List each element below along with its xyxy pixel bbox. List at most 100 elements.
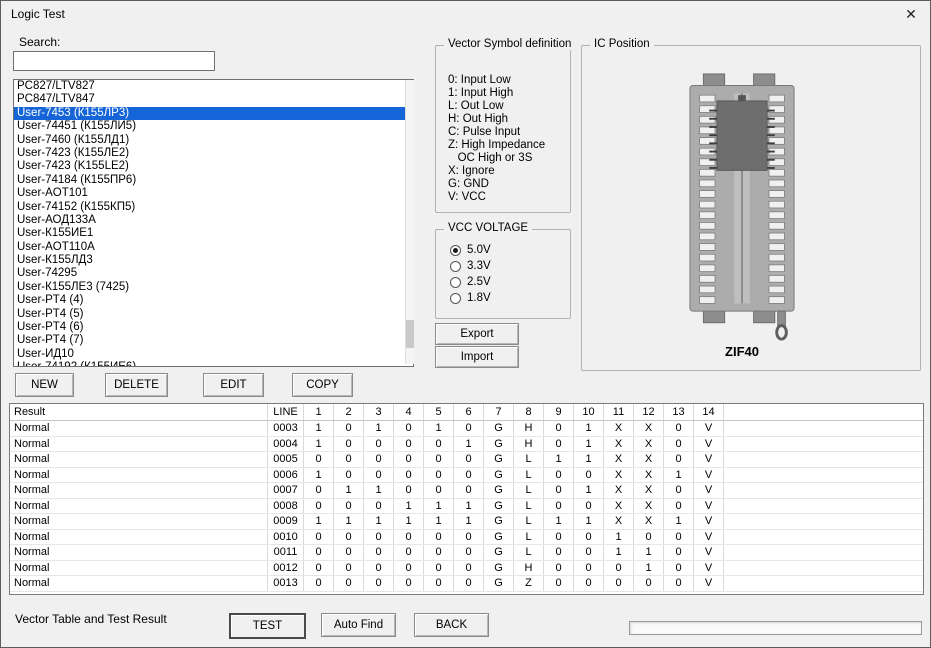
export-button[interactable]: Export xyxy=(435,323,519,345)
value-cell: 0 xyxy=(334,452,364,467)
value-cell: L xyxy=(514,514,544,529)
result-cell: Normal xyxy=(10,499,268,514)
list-item[interactable]: User-74152 (К155КП5) xyxy=(14,201,413,214)
value-cell: G xyxy=(484,421,514,436)
line-cell: 0013 xyxy=(268,576,304,591)
table-row[interactable]: Normal0011000000GL00110V xyxy=(10,545,923,561)
vcc-option[interactable]: 5.0V xyxy=(450,242,491,258)
value-cell: 0 xyxy=(454,545,484,560)
value-cell: V xyxy=(694,561,724,576)
list-item[interactable]: User-AOT110A xyxy=(14,241,413,254)
result-cell: Normal xyxy=(10,514,268,529)
list-item[interactable]: User-7460 (К155ЛД1) xyxy=(14,134,413,147)
auto-find-button[interactable]: Auto Find xyxy=(321,613,396,637)
value-cell: 1 xyxy=(424,421,454,436)
list-scrollbar[interactable] xyxy=(405,80,414,364)
new-button[interactable]: NEW xyxy=(15,373,74,397)
value-cell: L xyxy=(514,468,544,483)
table-row[interactable]: Normal0009111111GL11XX1V xyxy=(10,514,923,530)
edit-button[interactable]: EDIT xyxy=(203,373,264,397)
list-item[interactable]: User-К155ЛД3 xyxy=(14,254,413,267)
table-row[interactable]: Normal0007011000GL01XX0V xyxy=(10,483,923,499)
table-header-cell: 2 xyxy=(334,404,364,420)
line-cell: 0007 xyxy=(268,483,304,498)
list-item[interactable]: User-7453 (К155ЛР3) xyxy=(14,107,413,120)
zif-socket-graphic xyxy=(684,72,800,342)
value-cell: 1 xyxy=(574,514,604,529)
value-cell: 1 xyxy=(664,514,694,529)
table-row[interactable]: Normal0010000000GL00100V xyxy=(10,530,923,546)
value-cell: 1 xyxy=(454,514,484,529)
result-cell: Normal xyxy=(10,561,268,576)
list-item[interactable]: User-74192 (К155ИЕ6) xyxy=(14,361,413,367)
list-item[interactable]: User-74451 (К155ЛИ5) xyxy=(14,120,413,133)
value-cell: 0 xyxy=(634,576,664,591)
value-cell: 0 xyxy=(394,421,424,436)
table-header-cell: 14 xyxy=(694,404,724,420)
scrollbar-thumb[interactable] xyxy=(406,320,414,348)
list-item[interactable]: User-К155ИЕ1 xyxy=(14,227,413,240)
value-cell: 0 xyxy=(454,561,484,576)
value-cell: 0 xyxy=(424,468,454,483)
value-cell: 0 xyxy=(664,499,694,514)
value-cell: 0 xyxy=(544,499,574,514)
value-cell: 0 xyxy=(544,561,574,576)
vcc-option[interactable]: 2.5V xyxy=(450,274,491,290)
search-input[interactable] xyxy=(13,51,215,71)
value-cell: 1 xyxy=(634,545,664,560)
value-cell: 0 xyxy=(664,561,694,576)
list-item[interactable]: User-AOT101 xyxy=(14,187,413,200)
list-item[interactable]: User-PT4 (4) xyxy=(14,294,413,307)
test-button[interactable]: TEST xyxy=(229,613,306,639)
value-cell: 1 xyxy=(424,514,454,529)
table-row[interactable]: Normal0013000000GZ00000V xyxy=(10,576,923,592)
list-item[interactable]: User-74184 (К155ПР6) xyxy=(14,174,413,187)
table-row[interactable]: Normal0012000000GH00010V xyxy=(10,561,923,577)
list-item[interactable]: PC847/LTV847 xyxy=(14,93,413,106)
list-item[interactable]: User-PT4 (6) xyxy=(14,321,413,334)
symbol-line: 1: Input High xyxy=(448,87,566,100)
list-item[interactable]: User-7423 (K155LE2) xyxy=(14,160,413,173)
table-header-cell: 7 xyxy=(484,404,514,420)
table-row[interactable]: Normal0004100001GH01XX0V xyxy=(10,437,923,453)
close-icon[interactable]: ✕ xyxy=(900,4,922,24)
value-cell: 1 xyxy=(574,483,604,498)
list-item[interactable]: User-PT4 (7) xyxy=(14,334,413,347)
value-cell: 1 xyxy=(664,468,694,483)
list-item[interactable]: User-ИД10 xyxy=(14,348,413,361)
value-cell: 0 xyxy=(424,545,454,560)
table-header: ResultLINE1234567891011121314 xyxy=(10,404,923,421)
vcc-option[interactable]: 3.3V xyxy=(450,258,491,274)
list-item[interactable]: User-К155ЛЕ3 (7425) xyxy=(14,281,413,294)
delete-button[interactable]: DELETE xyxy=(105,373,168,397)
vector-table: ResultLINE1234567891011121314 Normal0003… xyxy=(9,403,924,595)
vector-symbol-group-title: Vector Symbol definition xyxy=(444,38,575,50)
list-item[interactable]: User-7423 (К155ЛЕ2) xyxy=(14,147,413,160)
value-cell: 0 xyxy=(364,576,394,591)
value-cell: 1 xyxy=(454,437,484,452)
value-cell: 0 xyxy=(664,530,694,545)
table-row[interactable]: Normal0003101010GH01XX0V xyxy=(10,421,923,437)
table-row[interactable]: Normal0006100000GL00XX1V xyxy=(10,468,923,484)
copy-button[interactable]: COPY xyxy=(292,373,353,397)
value-cell: 1 xyxy=(574,421,604,436)
value-cell: 1 xyxy=(574,452,604,467)
import-button[interactable]: Import xyxy=(435,346,519,368)
vcc-option[interactable]: 1.8V xyxy=(450,290,491,306)
value-cell: H xyxy=(514,421,544,436)
list-item[interactable]: User-PT4 (5) xyxy=(14,308,413,321)
list-item[interactable]: User-АОД133А xyxy=(14,214,413,227)
value-cell: 0 xyxy=(424,437,454,452)
value-cell: 0 xyxy=(304,530,334,545)
value-cell: 1 xyxy=(544,452,574,467)
result-cell: Normal xyxy=(10,530,268,545)
device-list[interactable]: PC827/LTV827PC847/LTV847User-7453 (К155Л… xyxy=(13,79,414,367)
back-button[interactable]: BACK xyxy=(414,613,489,637)
list-item[interactable]: PC827/LTV827 xyxy=(14,80,413,93)
value-cell: 0 xyxy=(664,437,694,452)
table-row[interactable]: Normal0005000000GL11XX0V xyxy=(10,452,923,468)
table-row[interactable]: Normal0008000111GL00XX0V xyxy=(10,499,923,515)
list-item[interactable]: User-74295 xyxy=(14,267,413,280)
value-cell: G xyxy=(484,545,514,560)
line-cell: 0011 xyxy=(268,545,304,560)
